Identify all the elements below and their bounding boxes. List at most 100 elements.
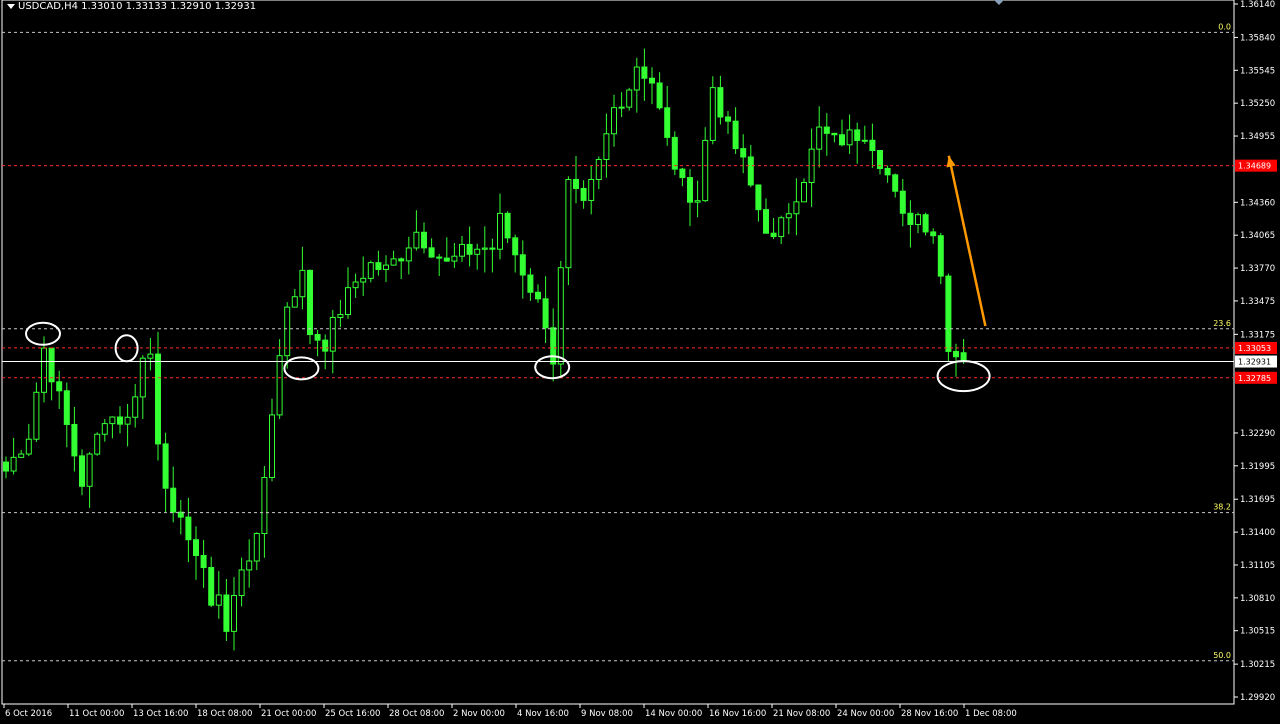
candle-body [291,296,298,308]
y-tick-label: 1.35545 [1240,66,1275,76]
candle-body [801,182,807,203]
candle-body [611,107,617,135]
candle-body [215,594,222,606]
candle-body [307,269,313,336]
candle-body [915,214,921,225]
candle-body [261,476,268,535]
candle-body [231,595,237,632]
y-tick-label: 1.35840 [1240,33,1275,43]
candle-body [580,187,587,201]
y-tick-label: 1.33175 [1240,330,1275,340]
candle-body [345,287,351,316]
candle-body [436,256,443,259]
candle-body [770,232,777,238]
candle-body [94,433,101,455]
candle-body [869,139,876,152]
x-tick-label: 16 Nov 16:00 [709,709,766,719]
candle-body [725,116,731,122]
x-tick-label: 28 Oct 08:00 [389,709,444,719]
candlestick-chart[interactable]: 0.0 23.6 38.2 50.0 1.34689 1.33053 1.32931 1.32… [0,0,1280,724]
candle-body [193,539,199,557]
candle-body [618,106,625,109]
candle-body [763,209,769,234]
candle-body [428,247,435,258]
candle-body [443,257,450,262]
candle-body [337,314,344,318]
candle-body [717,87,724,118]
candle-body [550,327,557,365]
candle-body [679,168,686,179]
candle-body [200,555,207,569]
x-tick-label: 14 Nov 00:00 [645,709,702,719]
candle-body [208,567,215,606]
candle-body [246,560,253,571]
y-tick-label: 1.29920 [1240,693,1275,703]
x-tick-label: 21 Nov 08:00 [773,709,830,719]
candle-body [945,275,952,352]
candle-body [664,107,671,138]
candle-body [223,594,230,632]
candle-body [132,396,139,418]
candle-body [185,516,192,541]
candle-body [117,416,123,425]
y-tick-label: 1.31105 [1240,561,1275,571]
y-tick-label: 1.33475 [1240,297,1275,307]
candle-body [41,347,47,393]
candle-body [413,231,420,249]
candle-body [367,262,374,279]
y-tick-label: 1.34065 [1240,231,1275,241]
candle-body [489,247,496,250]
x-tick-label: 4 Nov 16:00 [517,709,569,719]
candle-body [953,350,959,358]
fib-level-label: 0.0 [1218,22,1231,31]
highlight-circle [283,356,320,381]
x-tick-label: 2 Nov 00:00 [453,709,505,719]
candle-body [778,217,785,238]
x-tick-label: 9 Nov 08:00 [581,709,633,719]
candle-body [147,353,154,359]
candle-body [375,262,382,270]
y-tick-label: 1.33770 [1240,264,1275,274]
candle-body [854,129,861,141]
highlight-circle [25,321,61,346]
candle-body [481,247,488,250]
fib-level-label: 23.6 [1213,319,1231,328]
candle-body [922,214,929,233]
candle-body [459,243,465,257]
x-tick-label: 28 Nov 16:00 [901,709,958,719]
candle-body [10,456,17,472]
diamond-marker-icon [994,0,1004,5]
candle-body [740,148,747,158]
candle-body [565,179,572,269]
price-box-label: 1.32931 [1238,358,1271,367]
x-tick-label: 6 Oct 2016 [5,709,52,719]
candle-body [314,334,321,341]
candle-body [170,487,177,513]
x-tick-label: 24 Nov 00:00 [837,709,894,719]
candle-body [823,126,830,134]
candle-body [421,231,427,249]
candle-body [497,212,503,250]
candle-body [504,212,511,239]
candle-body [527,274,534,293]
candle-body [671,136,678,170]
y-tick-label: 1.31695 [1240,495,1275,505]
candle-body [71,423,78,457]
candle-body [755,184,762,211]
highlight-circle [936,360,991,393]
candle-body [276,355,283,416]
candle-body [535,291,541,300]
candle-body [542,298,549,329]
price-box-label: 1.33053 [1238,344,1271,353]
candle-body [63,390,70,425]
candle-body [86,453,93,487]
candle-body [18,453,25,458]
candle-body [269,414,275,478]
candle-body [3,461,9,472]
candle-body [238,569,245,597]
candle-body [352,281,359,289]
candle-body [56,381,63,392]
candle-body [124,416,131,425]
candle-body [656,82,663,109]
x-tick-label: 18 Oct 08:00 [197,709,252,719]
